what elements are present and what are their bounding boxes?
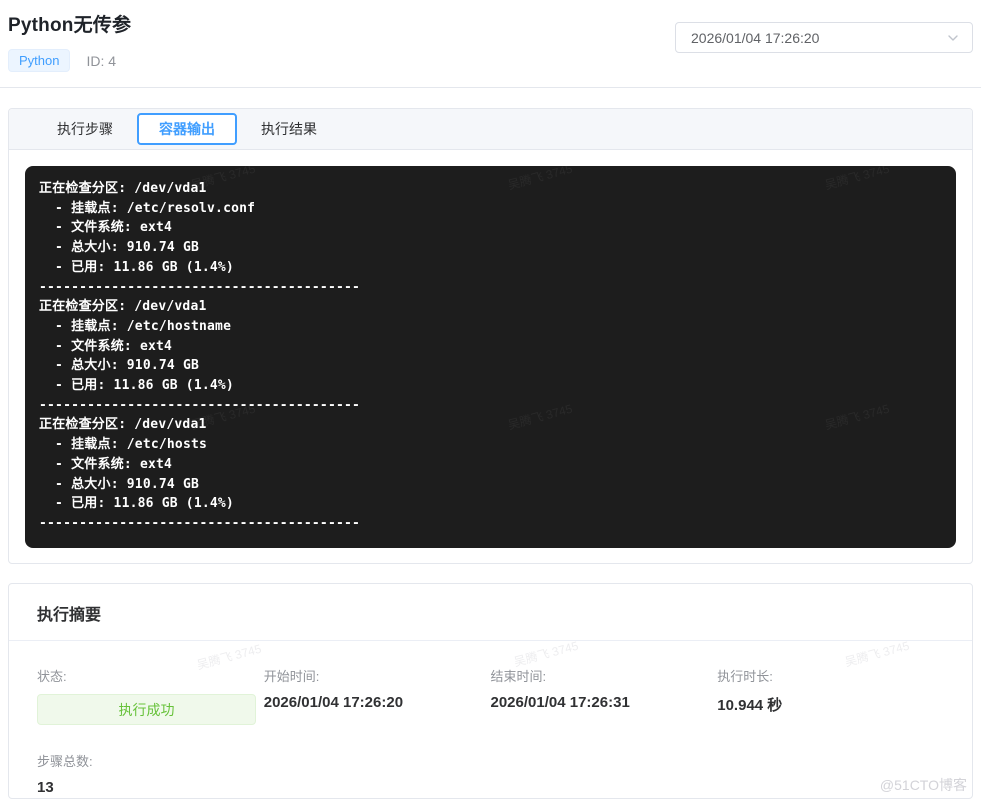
field-status: 状态: 执行成功 xyxy=(37,666,264,725)
tab-container-output[interactable]: 容器输出 xyxy=(137,113,237,145)
terminal-line: - 已用: 11.86 GB (1.4%) xyxy=(39,259,234,275)
terminal-line: - 总大小: 910.74 GB xyxy=(39,476,199,492)
field-duration: 执行时长: 10.944 秒 xyxy=(717,666,944,725)
field-end-time-value: 2026/01/04 17:26:31 xyxy=(490,694,630,711)
terminal-line: - 挂载点: /etc/hosts xyxy=(39,437,208,453)
field-duration-label: 执行时长: xyxy=(717,669,773,684)
execution-datetime-value: 2026/01/04 17:26:20 xyxy=(691,29,820,46)
chevron-down-icon xyxy=(946,31,960,45)
field-total-steps-value: 13 xyxy=(37,779,54,796)
terminal-line: - 挂载点: /etc/resolv.conf xyxy=(39,200,256,216)
field-total-steps-label: 步骤总数: xyxy=(37,754,93,769)
terminal-line: - 已用: 11.86 GB (1.4%) xyxy=(39,496,234,512)
terminal-line: 正在检查分区: /dev/vda1 xyxy=(39,181,207,196)
field-start-time: 开始时间: 2026/01/04 17:26:20 xyxy=(264,666,491,725)
field-end-time-label: 结束时间: xyxy=(490,669,547,684)
tab-bar: 执行步骤 容器输出 执行结果 xyxy=(9,109,972,150)
tab-execution-result[interactable]: 执行结果 xyxy=(237,109,341,150)
terminal-line: 正在检查分区: /dev/vda1 xyxy=(39,417,207,433)
terminal-separator: ---------------------------------------- xyxy=(39,279,361,295)
page-header: Python无传参 Python ID: 4 2026/01/04 17:26:… xyxy=(0,0,981,88)
field-total-steps: 步骤总数: 13 xyxy=(37,751,264,796)
summary-header: 执行摘要 xyxy=(9,584,972,641)
field-start-time-label: 开始时间: xyxy=(263,669,320,684)
status-badge: 执行成功 xyxy=(37,694,256,725)
container-output-terminal[interactable]: 正在检查分区: /dev/vda1 - 挂载点: /etc/resolv.con… xyxy=(25,166,956,548)
terminal-separator: ---------------------------------------- xyxy=(39,515,361,531)
language-tag: Python xyxy=(8,49,71,72)
terminal-line: - 文件系统: ext4 xyxy=(39,338,173,354)
summary-title: 执行摘要 xyxy=(37,607,102,624)
field-start-time-value: 2026/01/04 17:26:20 xyxy=(263,694,404,711)
terminal-line: - 总大小: 910.74 GB xyxy=(39,240,199,256)
execution-datetime-select[interactable]: 2026/01/04 17:26:20 xyxy=(675,22,973,53)
tab-content: 正在检查分区: /dev/vda1 - 挂载点: /etc/resolv.con… xyxy=(9,150,972,564)
field-end-time: 结束时间: 2026/01/04 17:26:31 xyxy=(491,666,718,725)
tab-execution-steps[interactable]: 执行步骤 xyxy=(33,109,137,150)
output-card: 执行步骤 容器输出 执行结果 正在检查分区: /dev/vda1 - 挂载点: … xyxy=(8,108,973,564)
task-id-label: ID: 4 xyxy=(86,52,117,69)
field-duration-value: 10.944 秒 xyxy=(717,697,783,714)
summary-grid: 状态: 执行成功 开始时间: 2026/01/04 17:26:20 结束时间:… xyxy=(9,641,972,796)
header-divider xyxy=(0,87,981,88)
summary-card: 执行摘要 状态: 执行成功 开始时间: 2026/01/04 17:26:20 … xyxy=(8,583,973,799)
terminal-line: - 文件系统: ext4 xyxy=(39,220,173,236)
terminal-line: 正在检查分区: /dev/vda1 xyxy=(39,299,207,315)
field-status-label: 状态: xyxy=(37,669,67,684)
terminal-line: - 总大小: 910.74 GB xyxy=(39,358,199,374)
terminal-line: - 已用: 11.86 GB (1.4%) xyxy=(39,378,234,394)
terminal-separator: ---------------------------------------- xyxy=(39,397,361,413)
terminal-line: - 挂载点: /etc/hostname xyxy=(39,318,232,334)
terminal-line: - 文件系统: ext4 xyxy=(39,456,173,472)
